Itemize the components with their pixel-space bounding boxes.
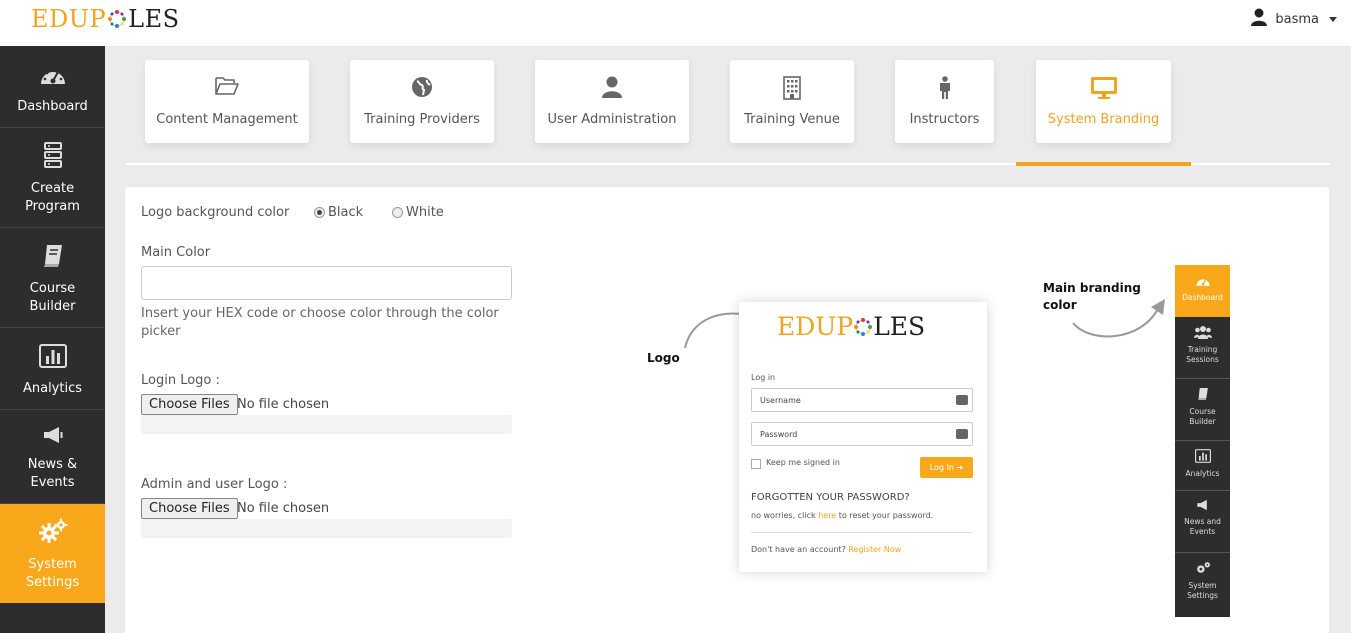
tab-training-providers[interactable]: Training Providers (350, 60, 494, 143)
branding-panel: Logo background color Black White Main C… (125, 187, 1329, 633)
login-preview-username: Username (751, 388, 973, 412)
server-icon (0, 142, 105, 174)
user-icon (602, 76, 622, 102)
keyboard-icon (956, 429, 968, 439)
person-icon (938, 76, 952, 104)
dashboard-icon (1175, 275, 1230, 290)
login-preview-card: EDUP LES Log in Username Password Keep me… (739, 302, 987, 572)
login-preview-button: Log In ➜ (920, 457, 973, 478)
sidebar-item-news-events[interactable]: News & Events (0, 410, 105, 504)
gears-icon (1175, 561, 1230, 578)
mini-item-system-settings: System Settings (1175, 553, 1230, 615)
bar-chart-icon (0, 344, 105, 374)
globe-icon (411, 76, 433, 102)
book-icon (0, 244, 105, 274)
user-menu[interactable]: basma (1251, 8, 1337, 30)
mini-sidebar-preview: Dashboard Training Sessions Course Builder… (1175, 265, 1230, 617)
megaphone-icon (1175, 499, 1230, 514)
brand-logo[interactable]: EDUP LES (31, 5, 180, 33)
monitor-icon (1090, 76, 1118, 104)
login-preview-forgot-title: FORGOTTEN YOUR PASSWORD? (751, 492, 910, 503)
login-preview-divider (751, 532, 973, 533)
mini-item-dashboard: Dashboard (1175, 265, 1230, 317)
preview-logo-label: Logo (647, 351, 680, 365)
login-logo-choose-button[interactable]: Choose Files (141, 394, 238, 415)
admin-logo-file-status: No file chosen (237, 501, 330, 516)
radio-black-dot[interactable] (314, 207, 325, 218)
logo-o-icon (107, 7, 127, 28)
building-icon (783, 76, 801, 104)
main-color-hint: Insert your HEX code or choose color thr… (141, 306, 499, 339)
folder-open-icon (214, 76, 240, 100)
gears-icon (0, 518, 105, 550)
login-preview-checkbox (751, 459, 761, 469)
admin-logo-progress (141, 519, 512, 538)
logo-bg-label: Logo background color (141, 205, 290, 220)
sidebar-item-dashboard[interactable]: Dashboard (0, 46, 105, 128)
users-icon (1175, 325, 1230, 342)
main-color-label: Main Color (141, 245, 211, 260)
sidebar-item-create-program[interactable]: Create Program (0, 128, 105, 228)
login-logo-label: Login Logo : (141, 373, 220, 388)
mini-item-analytics: Analytics (1175, 441, 1230, 491)
mini-item-training-sessions: Training Sessions (1175, 317, 1230, 379)
tab-content-management[interactable]: Content Management (145, 60, 309, 143)
user-icon (1251, 8, 1268, 30)
login-preview-forgot-text: no worries, click here to reset your pas… (751, 511, 934, 520)
login-logo-file-status: No file chosen (237, 397, 330, 412)
tab-system-branding[interactable]: System Branding (1036, 60, 1171, 143)
sidebar-item-system-settings[interactable]: System Settings (0, 504, 105, 603)
login-preview-password: Password (751, 422, 973, 446)
login-preview-title: Log in (751, 373, 776, 382)
chevron-down-icon (1329, 16, 1337, 22)
login-preview-register: Don't have an account? Register Now (751, 545, 902, 554)
user-name: basma (1275, 11, 1319, 27)
sidebar-item-label: Dashboard (17, 99, 88, 114)
mini-item-news-events: News and Events (1175, 491, 1230, 553)
megaphone-icon (0, 426, 105, 450)
tab-training-venue[interactable]: Training Venue (730, 60, 854, 143)
login-preview-logo: EDUP LES (777, 312, 926, 341)
settings-tabs: Content Management Training Providers Us… (125, 46, 1330, 166)
main-color-input[interactable] (141, 266, 512, 300)
admin-logo-choose-button[interactable]: Choose Files (141, 498, 238, 519)
radio-black[interactable]: Black (314, 205, 363, 220)
radio-white[interactable]: White (392, 205, 444, 220)
tab-instructors[interactable]: Instructors (895, 60, 994, 143)
mini-item-course-builder: Course Builder (1175, 379, 1230, 441)
top-bar: EDUP LES basma (0, 0, 1351, 46)
book-icon (1175, 387, 1230, 404)
branding-arrow (1072, 299, 1165, 338)
active-tab-indicator (1016, 162, 1191, 166)
logo-o-icon (853, 314, 873, 336)
dashboard-icon (0, 64, 105, 92)
keyboard-icon (956, 395, 968, 405)
radio-white-dot[interactable] (392, 207, 403, 218)
tab-user-administration[interactable]: User Administration (535, 60, 689, 143)
login-preview-keep-signed: Keep me signed in (766, 458, 840, 467)
sidebar-item-course-builder[interactable]: Course Builder (0, 228, 105, 328)
sidebar: Dashboard Create Program Course Builder … (0, 46, 105, 633)
admin-logo-label: Admin and user Logo : (141, 477, 288, 492)
bar-chart-icon (1175, 449, 1230, 466)
login-logo-progress (141, 415, 512, 434)
sidebar-item-analytics[interactable]: Analytics (0, 328, 105, 410)
